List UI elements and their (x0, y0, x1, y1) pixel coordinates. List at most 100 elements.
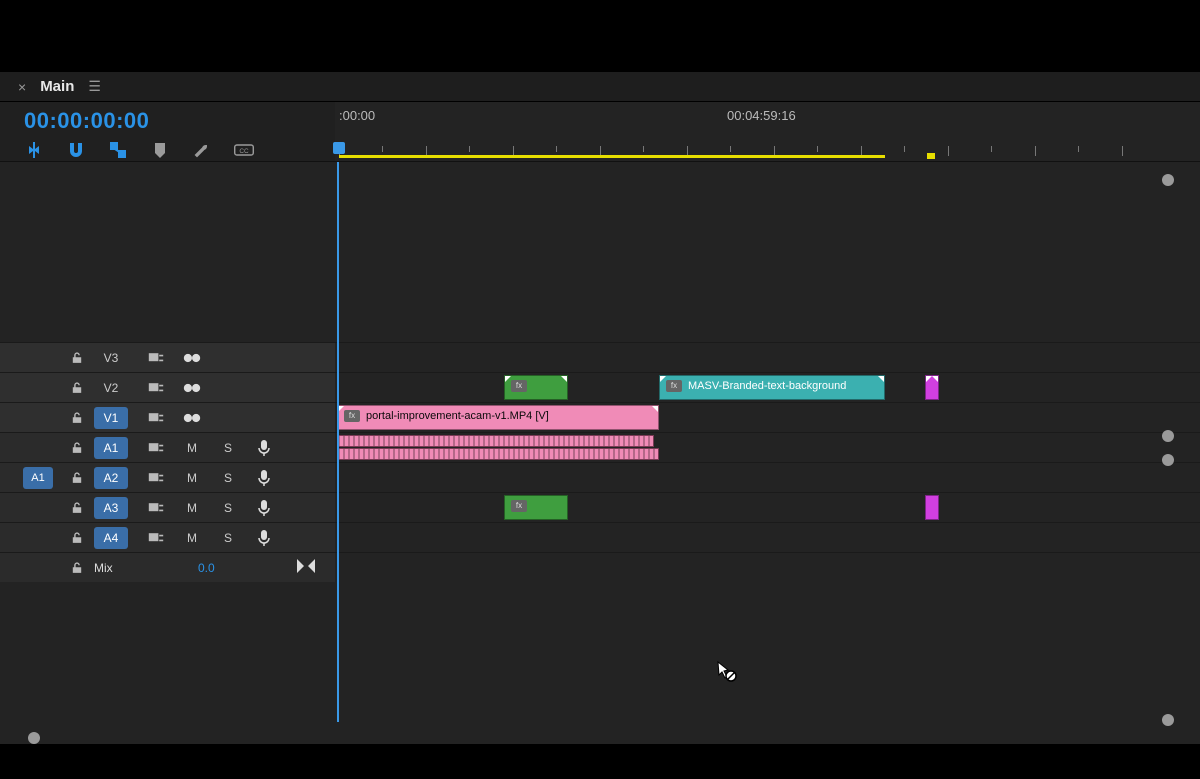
vscroll-top-handle[interactable] (1162, 174, 1174, 186)
fx-badge-icon: fx (666, 380, 682, 392)
clip-label: portal-improvement-acam-v1.MP4 [V] (366, 410, 549, 422)
clip-a1-wave-bot[interactable] (337, 448, 659, 460)
mix-value[interactable]: 0.0 (198, 561, 215, 575)
track-target[interactable]: V1 (94, 407, 128, 429)
clip-v2-green[interactable]: fx (504, 375, 568, 400)
track-header-a1[interactable]: A1 M S (0, 432, 335, 462)
work-area-bar[interactable] (339, 155, 885, 158)
sync-lock-icon[interactable] (138, 441, 174, 455)
fx-badge-icon: fx (344, 410, 360, 422)
clip-v1-pink[interactable]: fx portal-improvement-acam-v1.MP4 [V] (337, 405, 659, 430)
sequence-tabbar: × Main ☰ (0, 72, 1200, 102)
snap-icon[interactable] (66, 140, 86, 160)
mute-button[interactable]: M (174, 471, 210, 485)
solo-button[interactable]: S (210, 441, 246, 455)
mute-button[interactable]: M (174, 531, 210, 545)
track-header-a4[interactable]: A4 M S (0, 522, 335, 552)
playhead-line[interactable] (337, 162, 339, 722)
track-target[interactable]: V2 (94, 377, 128, 399)
clip-v2-magenta[interactable] (925, 375, 939, 400)
captions-icon[interactable]: CC (234, 140, 254, 160)
ruler-label: :00:00 (339, 108, 375, 123)
insert-overwrite-icon[interactable] (24, 140, 44, 160)
lane-v2: fx fx MASV-Branded-text-background (335, 372, 1200, 402)
svg-text:CC: CC (239, 148, 249, 155)
sync-lock-icon[interactable] (138, 501, 174, 515)
clip-a1-wave-top[interactable] (337, 435, 654, 447)
close-sequence-button[interactable]: × (18, 79, 26, 95)
track-header-a2[interactable]: A1 A2 M S (0, 462, 335, 492)
lane-a2 (335, 462, 1200, 492)
toggle-track-output-icon[interactable] (174, 411, 210, 425)
toggle-track-output-icon[interactable] (174, 381, 210, 395)
lock-icon[interactable] (60, 381, 94, 395)
track-header-v3[interactable]: V3 (0, 342, 335, 372)
clip-v2-teal[interactable]: fx MASV-Branded-text-background (659, 375, 885, 400)
sync-lock-icon[interactable] (138, 531, 174, 545)
lock-icon[interactable] (60, 501, 94, 515)
panel-menu-button[interactable]: ☰ (88, 78, 101, 95)
fx-badge-icon: fx (511, 380, 527, 392)
lane-v3 (335, 342, 1200, 372)
lock-icon[interactable] (60, 441, 94, 455)
work-area-marker[interactable] (927, 153, 935, 159)
time-ruler[interactable]: :00:00 00:04:59:16 (335, 102, 1200, 161)
sync-lock-icon[interactable] (138, 381, 174, 395)
mute-button[interactable]: M (174, 501, 210, 515)
ruler-label: 00:04:59:16 (727, 108, 796, 123)
solo-button[interactable]: S (210, 471, 246, 485)
track-header-v1[interactable]: V1 (0, 402, 335, 432)
hscroll-left-handle[interactable] (28, 732, 40, 744)
track-target[interactable]: A3 (94, 497, 128, 519)
clip-a3-green[interactable]: fx (504, 495, 568, 520)
vscroll-mid-handle-1[interactable] (1162, 430, 1174, 442)
solo-button[interactable]: S (210, 501, 246, 515)
lock-icon[interactable] (60, 411, 94, 425)
add-marker-icon[interactable] (150, 140, 170, 160)
solo-button[interactable]: S (210, 531, 246, 545)
lock-icon[interactable] (60, 351, 94, 365)
voiceover-mic-icon[interactable] (246, 470, 282, 486)
voiceover-mic-icon[interactable] (246, 530, 282, 546)
track-header-mix[interactable]: Mix 0.0 (0, 552, 335, 582)
lock-icon[interactable] (60, 561, 94, 575)
lane-a3: fx (335, 492, 1200, 522)
timeline-panel: × Main ☰ 00:00:00:00 CC :00:00 00:04:59:… (0, 72, 1200, 744)
sequence-title[interactable]: Main (40, 78, 74, 95)
drop-not-allowed-cursor-icon (715, 660, 737, 687)
linked-selection-icon[interactable] (108, 140, 128, 160)
vscroll-mid-handle-2[interactable] (1162, 454, 1174, 466)
track-target[interactable]: V3 (94, 347, 128, 369)
clip-a3-magenta[interactable] (925, 495, 939, 520)
lane-mix (335, 552, 1200, 582)
sync-lock-icon[interactable] (138, 411, 174, 425)
mix-label: Mix (94, 557, 138, 579)
track-target[interactable]: A4 (94, 527, 128, 549)
lane-a1 (335, 432, 1200, 462)
track-header-area: V3 V2 V1 A1 (0, 162, 335, 744)
toggle-track-output-icon[interactable] (174, 351, 210, 365)
fx-badge-icon: fx (511, 500, 527, 512)
clip-label: MASV-Branded-text-background (688, 380, 846, 392)
playhead-handle[interactable] (333, 142, 345, 154)
timeline-header: 00:00:00:00 CC :00:00 00:04:59:16 (0, 102, 1200, 162)
snap-playhead-icon[interactable] (297, 559, 315, 576)
settings-wrench-icon[interactable] (192, 140, 212, 160)
playhead-timecode[interactable]: 00:00:00:00 (24, 108, 335, 134)
voiceover-mic-icon[interactable] (246, 500, 282, 516)
track-target[interactable]: A2 (94, 467, 128, 489)
sync-lock-icon[interactable] (138, 351, 174, 365)
track-target[interactable]: A1 (94, 437, 128, 459)
mute-button[interactable]: M (174, 441, 210, 455)
source-patch-a1[interactable]: A1 (23, 467, 53, 489)
lane-v1: fx portal-improvement-acam-v1.MP4 [V] (335, 402, 1200, 432)
vscroll-bottom-handle[interactable] (1162, 714, 1174, 726)
voiceover-mic-icon[interactable] (246, 440, 282, 456)
track-header-v2[interactable]: V2 (0, 372, 335, 402)
track-header-a3[interactable]: A3 M S (0, 492, 335, 522)
sync-lock-icon[interactable] (138, 471, 174, 485)
lock-icon[interactable] (60, 471, 94, 485)
timeline-tracks-area[interactable]: fx fxMASV-Branded-text-background fxport… (335, 162, 1200, 744)
lock-icon[interactable] (60, 531, 94, 545)
lane-a4 (335, 522, 1200, 552)
